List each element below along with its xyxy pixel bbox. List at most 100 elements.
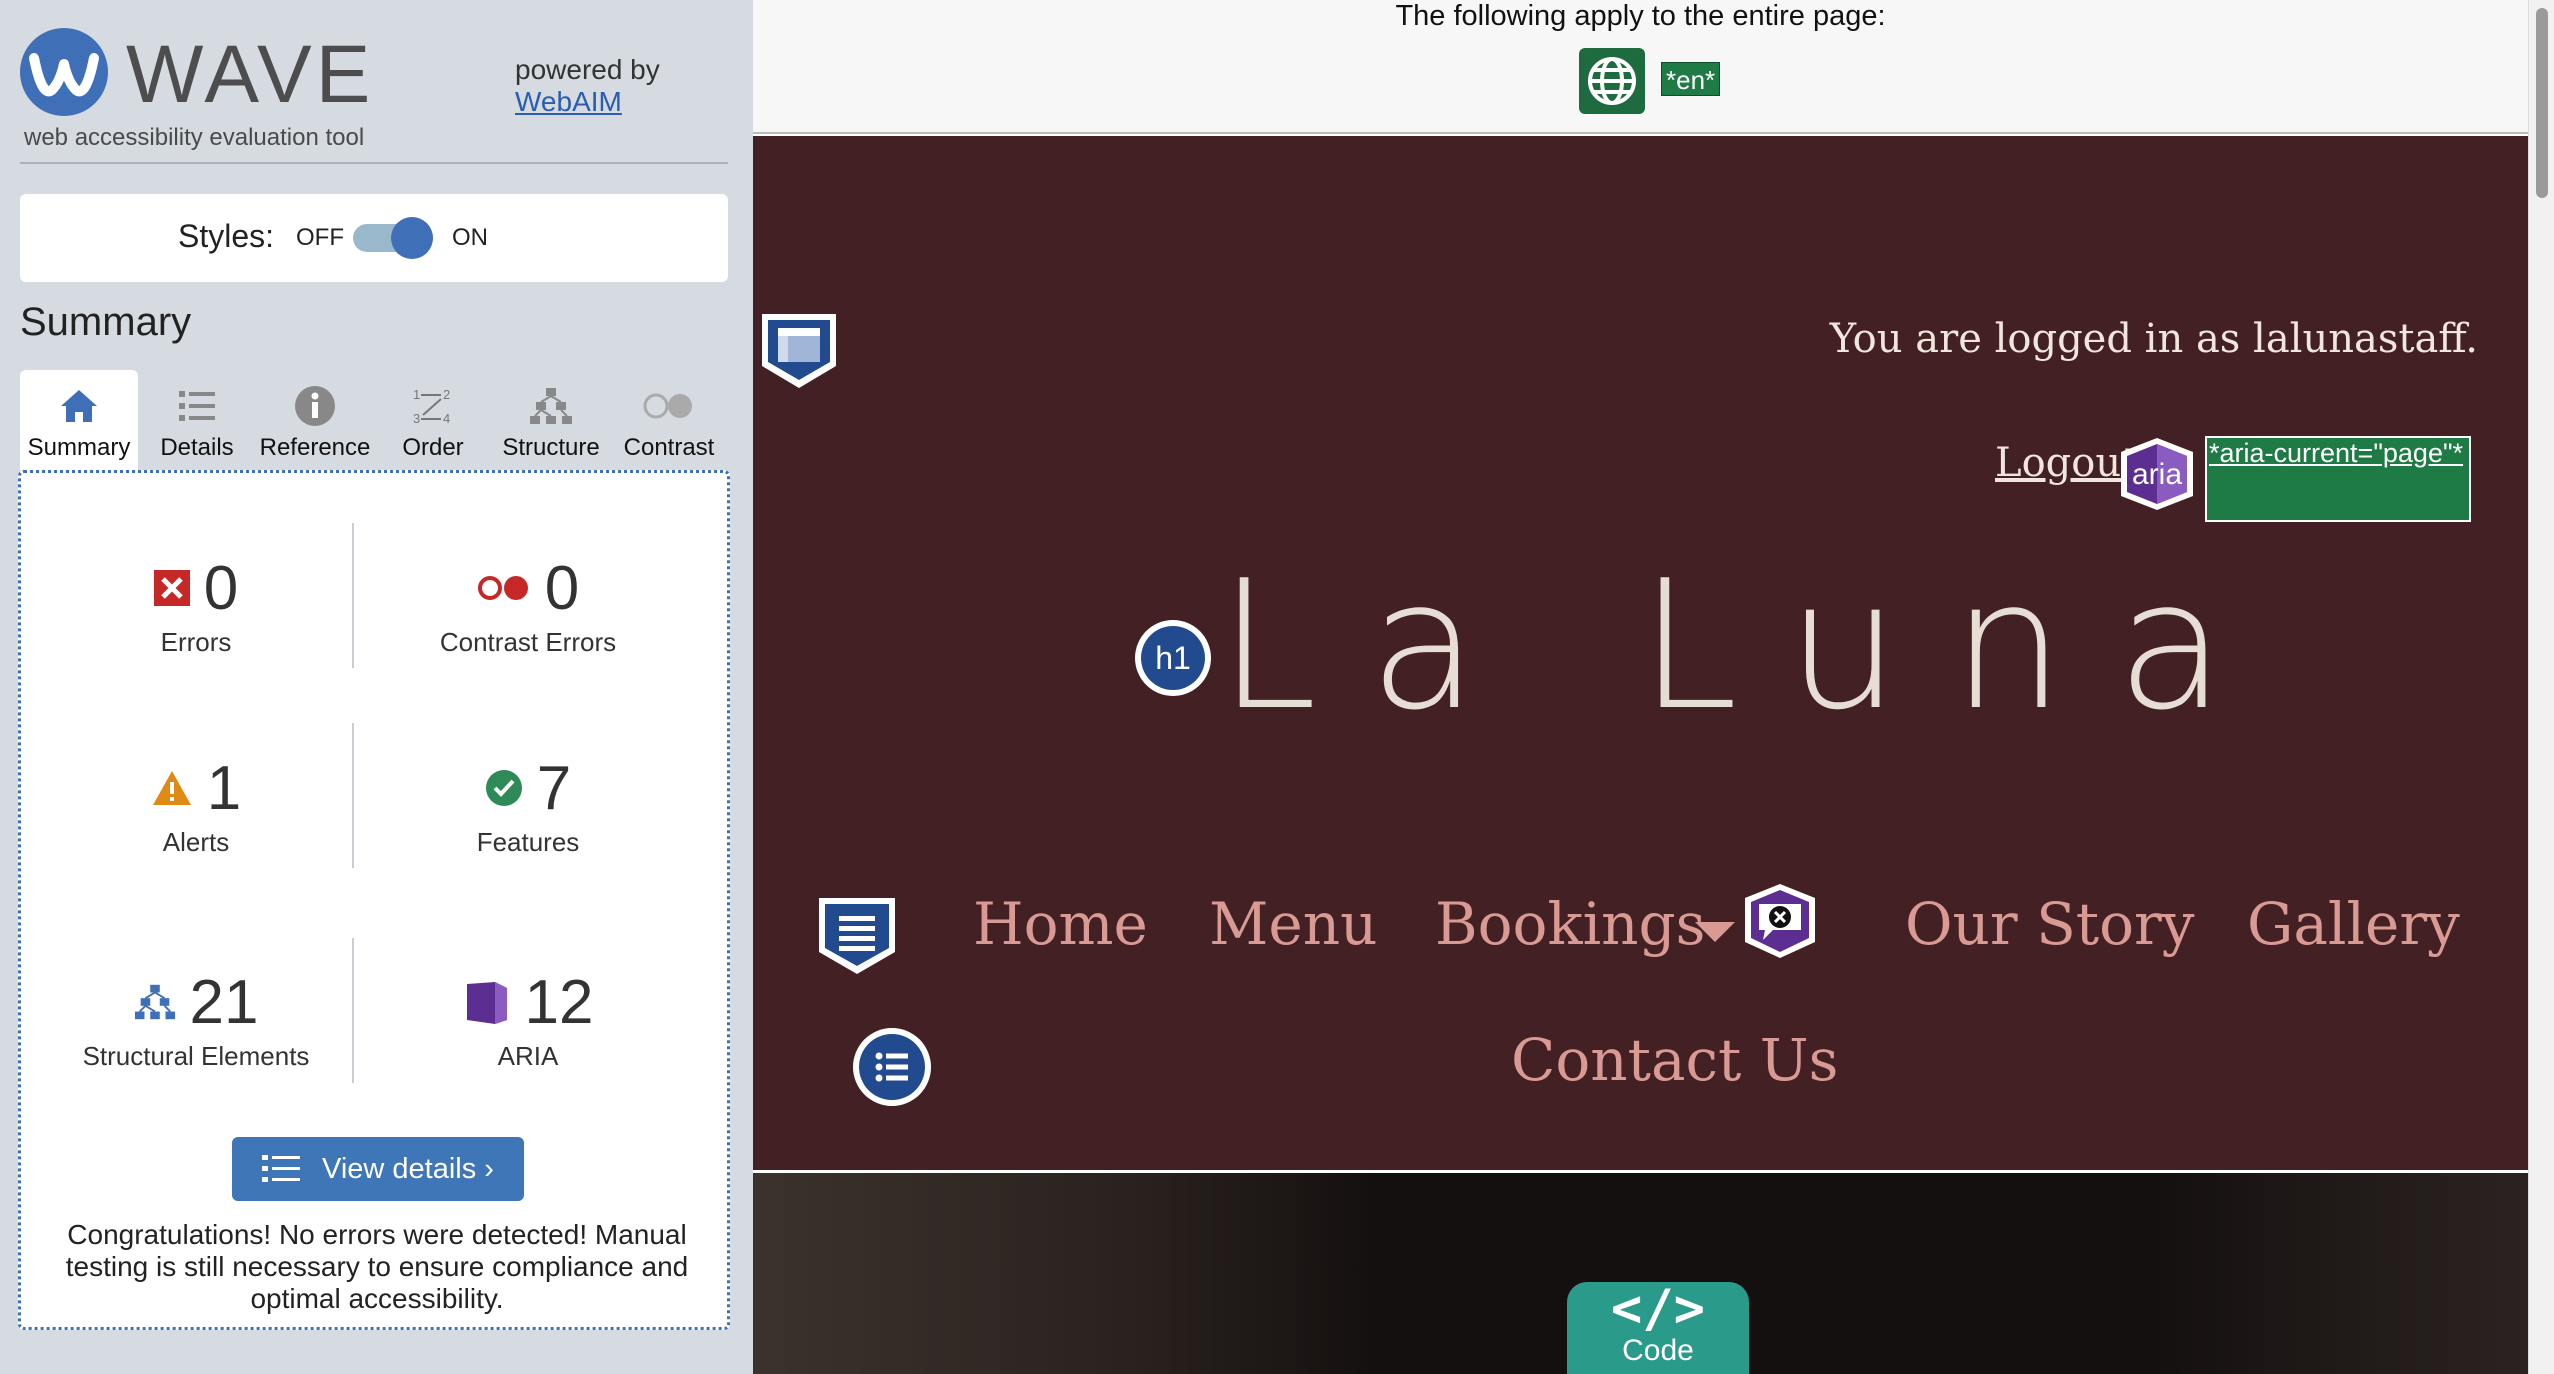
styles-toggle-knob[interactable] <box>391 217 433 259</box>
stat-alerts[interactable]: 1 Alerts <box>41 753 351 858</box>
stat-aria[interactable]: 12 ARIA <box>373 967 683 1072</box>
info-icon <box>295 386 335 426</box>
divider <box>352 523 354 668</box>
summary-heading: Summary <box>20 300 192 344</box>
divider <box>352 938 354 1083</box>
nav-gallery[interactable]: Gallery <box>2247 890 2460 958</box>
feature-check-icon <box>485 770 522 806</box>
view-details-label: View details › <box>322 1152 494 1185</box>
svg-text:1: 1 <box>413 387 420 402</box>
tab-label: Order <box>402 434 464 461</box>
site-brand-heading: La Luna <box>1218 542 2278 749</box>
tab-details[interactable]: Details <box>138 370 256 470</box>
features-count: 7 <box>536 753 572 823</box>
tab-order[interactable]: 1 2 3 4 Order <box>374 370 492 470</box>
aria-badge-icon[interactable]: aria <box>2119 436 2195 512</box>
code-label: Code <box>1622 1334 1694 1367</box>
aria-count: 12 <box>524 967 594 1037</box>
aria-current-badge: *aria-current="page"* <box>2205 436 2471 522</box>
logout-link[interactable]: Logout <box>1995 440 2137 486</box>
contrast-errors-label: Contrast Errors <box>439 627 617 657</box>
nav-bookings[interactable]: Bookings <box>1435 890 1705 958</box>
structural-label: Structural Elements <box>82 1041 310 1071</box>
view-details-button[interactable]: View details › <box>232 1137 524 1201</box>
home-icon <box>61 390 97 422</box>
tab-label: Details <box>160 434 234 461</box>
svg-text:2: 2 <box>443 387 450 402</box>
page-preview: The following apply to the entire page: … <box>753 0 2554 1374</box>
language-badge: *en* <box>1661 62 1721 96</box>
nav-menu[interactable]: Menu <box>1209 890 1377 958</box>
structure-icon <box>134 984 175 1020</box>
h1-heading-icon[interactable]: h1 <box>1135 620 1211 696</box>
code-icon: </> <box>1611 1279 1705 1339</box>
error-icon <box>153 570 190 606</box>
alerts-count: 1 <box>206 753 242 823</box>
unordered-list-icon[interactable] <box>853 1028 931 1106</box>
code-toggle-button[interactable]: </> Code <box>1567 1282 1749 1374</box>
tab-contrast[interactable]: Contrast <box>610 370 728 470</box>
logged-in-text: You are logged in as lalunastaff. <box>1829 316 2478 362</box>
stat-structural[interactable]: 21 Structural Elements <box>41 967 351 1072</box>
alert-triangle-icon <box>152 771 191 805</box>
wave-tagline: web accessibility evaluation tool <box>24 124 365 151</box>
errors-label: Errors <box>160 627 232 657</box>
styles-on-label: ON <box>452 224 488 251</box>
stat-features[interactable]: 7 Features <box>373 753 683 858</box>
navigation-region-icon[interactable] <box>815 894 899 978</box>
tab-structure[interactable]: Structure <box>492 370 610 470</box>
congrats-message: Congratulations! No errors were detected… <box>65 1219 689 1314</box>
svg-text:3: 3 <box>413 411 420 426</box>
order-icon: 1 2 3 4 <box>413 387 450 426</box>
tab-reference[interactable]: Reference <box>256 370 374 470</box>
panel-tabs: Summary Details Reference 1 2 3 4 Order Str… <box>20 370 728 470</box>
divider <box>352 723 354 868</box>
wave-logo-icon <box>20 28 108 116</box>
wave-brand: WAVE <box>126 29 375 120</box>
alert-speech-icon[interactable] <box>1741 882 1819 960</box>
hero-shade <box>2153 1173 2528 1374</box>
errors-count: 0 <box>203 553 239 623</box>
structural-count: 21 <box>189 967 259 1037</box>
tab-label: Reference <box>259 434 371 461</box>
page-level-annotations: The following apply to the entire page: … <box>753 0 2528 134</box>
tab-summary[interactable]: Summary <box>20 370 138 470</box>
site-header: You are logged in as lalunastaff. Logout… <box>753 136 2528 1172</box>
svg-text:4: 4 <box>443 411 450 426</box>
wave-sidebar: WAVE web accessibility evaluation tool p… <box>0 0 753 1374</box>
powered-by: powered by WebAIM <box>515 54 660 118</box>
hero-shade <box>753 1173 1373 1374</box>
nav-contact-us[interactable]: Contact Us <box>1511 1026 1838 1094</box>
structure-icon <box>530 388 572 424</box>
aria-icon <box>466 982 507 1024</box>
list-icon <box>262 1155 301 1182</box>
stat-contrast-errors[interactable]: 0 Contrast Errors <box>373 553 683 658</box>
contrast-errors-count: 0 <box>544 553 580 623</box>
page-apply-text: The following apply to the entire page: <box>1395 0 1886 32</box>
chevron-down-icon[interactable] <box>1695 922 1735 942</box>
h1-badge-text: h1 <box>1141 626 1205 690</box>
tab-label: Summary <box>27 434 131 461</box>
styles-label: Styles: <box>178 218 275 254</box>
alerts-label: Alerts <box>162 827 230 857</box>
nav-home[interactable]: Home <box>973 890 1148 958</box>
nav-our-story[interactable]: Our Story <box>1905 890 2195 958</box>
header-region-icon[interactable] <box>758 310 840 392</box>
styles-toggle-box: Styles: OFF ON <box>20 194 728 282</box>
tab-label: Contrast <box>623 434 715 461</box>
list-icon <box>179 391 215 421</box>
scrollbar-thumb[interactable] <box>2536 8 2548 198</box>
powered-by-text: powered by <box>515 54 660 85</box>
aria-label: ARIA <box>497 1041 559 1071</box>
language-globe-icon[interactable] <box>1579 48 1645 114</box>
stat-errors[interactable]: 0 Errors <box>41 553 351 658</box>
tab-label: Structure <box>502 434 600 461</box>
contrast-error-icon <box>477 576 528 600</box>
summary-panel: 0 Errors 0 Contrast Errors 1 Alerts 7 Fe… <box>18 470 730 1330</box>
page-scrollbar[interactable] <box>2528 0 2554 1374</box>
styles-off-label: OFF <box>296 224 344 251</box>
webaim-link[interactable]: WebAIM <box>515 86 660 118</box>
features-label: Features <box>476 827 580 857</box>
divider <box>20 162 728 164</box>
aria-badge-text: aria <box>2132 458 2182 491</box>
